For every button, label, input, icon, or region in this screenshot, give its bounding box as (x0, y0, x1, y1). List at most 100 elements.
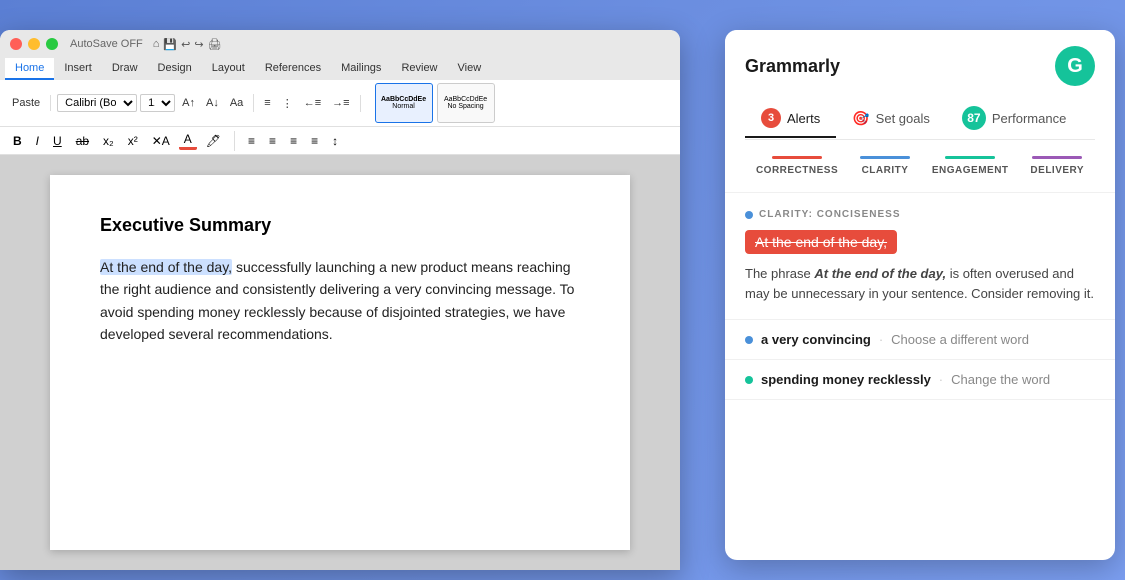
tab-set-goals[interactable]: 🎯 Set goals (836, 102, 946, 137)
ribbon-toolbar-2: B I U ab x₂ x² ✕A A 🖊 ≡ ≡ ≡ ≡ ↕ (0, 127, 680, 155)
paste-group: Paste (8, 95, 51, 111)
grammarly-top: Grammarly G (745, 46, 1095, 86)
strikethrough-button[interactable]: ab (71, 133, 94, 149)
paragraph-group: ≡ ⋮ ←≡ →≡ (260, 95, 360, 112)
undo-icon[interactable]: ↩ (181, 38, 190, 51)
correctness-indicator (772, 156, 822, 159)
grammarly-title: Grammarly (745, 56, 840, 77)
performance-label: Performance (992, 111, 1066, 126)
bullets-button[interactable]: ≡ (260, 95, 274, 111)
grammarly-logo-icon[interactable]: G (1055, 46, 1095, 86)
bold-button[interactable]: B (8, 133, 27, 149)
alert-description: The phrase At the end of the day, is oft… (745, 264, 1095, 303)
score-categories: CORRECTNESS CLARITY ENGAGEMENT DELIVERY (725, 140, 1115, 193)
close-button[interactable] (10, 38, 22, 50)
score-correctness[interactable]: CORRECTNESS (756, 156, 838, 176)
style-normal[interactable]: AaBbCcDdEe Normal (375, 83, 433, 123)
tab-insert[interactable]: Insert (54, 58, 102, 80)
suggestion-action-1: Choose a different word (891, 332, 1029, 347)
doc-text[interactable]: At the end of the day, successfully laun… (100, 256, 580, 346)
title-bar: AutoSave OFF ⌂ 💾 ↩ ↪ 🖨 (0, 30, 680, 58)
highlight-button[interactable]: 🖊 (201, 133, 226, 149)
grammarly-logo-area: Grammarly (745, 56, 840, 77)
font-family-select[interactable]: Calibri (Bo... (57, 94, 137, 112)
styles-group: AaBbCcDdEe Normal AaBbCcDdEe No Spacing (367, 83, 501, 123)
delivery-indicator (1032, 156, 1082, 159)
suggestion-item-2[interactable]: spending money recklessly · Change the w… (725, 360, 1115, 400)
title-bar-text: AutoSave OFF (70, 38, 143, 50)
suggestion-dot-2 (745, 376, 753, 384)
alert-count-badge: 3 (761, 108, 781, 128)
ribbon-toolbar-1: Paste Calibri (Bo... 12 A↑ A↓ Aa ≡ ⋮ ←≡ … (0, 80, 680, 127)
score-clarity[interactable]: CLARITY (860, 156, 910, 176)
highlighted-phrase: At the end of the day, (100, 259, 232, 275)
home-icon[interactable]: ⌂ (153, 38, 160, 50)
align-center-button[interactable]: ≡ (264, 133, 281, 149)
save-icon[interactable]: 💾 (163, 38, 177, 51)
alerts-label: Alerts (787, 111, 820, 126)
tab-review[interactable]: Review (391, 58, 447, 80)
minimize-button[interactable] (28, 38, 40, 50)
maximize-button[interactable] (46, 38, 58, 50)
style-boxes: AaBbCcDdEe Normal AaBbCcDdEe No Spacing (375, 83, 495, 123)
tab-alerts[interactable]: 3 Alerts (745, 100, 836, 138)
indent-inc-button[interactable]: →≡ (328, 95, 353, 111)
print-icon[interactable]: 🖨 (208, 38, 222, 51)
text-color-button[interactable]: A (179, 131, 197, 150)
flagged-phrase: At the end of the day, (745, 230, 897, 254)
correctness-label: CORRECTNESS (756, 165, 838, 176)
grammarly-panel: Grammarly G 3 Alerts 🎯 Set goals 87 Perf… (725, 30, 1115, 560)
tab-references[interactable]: References (255, 58, 331, 80)
doc-page: Executive Summary At the end of the day,… (50, 175, 630, 550)
suggestion-text-2: spending money recklessly (761, 372, 931, 387)
font-shrink-button[interactable]: A↓ (202, 95, 223, 111)
font-size-select[interactable]: 12 (140, 94, 175, 112)
align-left-button[interactable]: ≡ (243, 133, 260, 149)
goals-icon: 🎯 (852, 110, 869, 127)
underline-button[interactable]: U (48, 133, 67, 149)
alert-dot-blue (745, 211, 753, 219)
tab-draw[interactable]: Draw (102, 58, 148, 80)
suggestion-text-1: a very convincing (761, 332, 871, 347)
main-alert-section: CLARITY: CONCISENESS At the end of the d… (725, 193, 1115, 320)
suggestion-action-2: Change the word (951, 372, 1050, 387)
engagement-indicator (945, 156, 995, 159)
superscript-button[interactable]: x² (123, 133, 143, 149)
separator-1: · (879, 332, 883, 347)
tab-layout[interactable]: Layout (202, 58, 255, 80)
suggestion-dot-1 (745, 336, 753, 344)
font-grow-button[interactable]: A↑ (178, 95, 199, 111)
clear-format-button[interactable]: ✕A (147, 133, 175, 149)
paste-button[interactable]: Paste (8, 95, 44, 111)
align-right-button[interactable]: ≡ (285, 133, 302, 149)
grammarly-header: Grammarly G 3 Alerts 🎯 Set goals 87 Perf… (725, 30, 1115, 140)
tab-design[interactable]: Design (148, 58, 202, 80)
numbering-button[interactable]: ⋮ (278, 95, 297, 112)
italic-button[interactable]: I (31, 133, 44, 149)
tab-view[interactable]: View (448, 58, 492, 80)
redo-icon[interactable]: ↪ (194, 38, 203, 51)
suggestion-item-1[interactable]: a very convincing · Choose a different w… (725, 320, 1115, 360)
word-window: AutoSave OFF ⌂ 💾 ↩ ↪ 🖨 Home Insert Draw … (0, 30, 680, 570)
subscript-button[interactable]: x₂ (98, 133, 119, 149)
set-goals-label: Set goals (876, 111, 930, 126)
divider (234, 131, 235, 151)
tab-performance[interactable]: 87 Performance (946, 98, 1082, 140)
score-delivery[interactable]: DELIVERY (1030, 156, 1084, 176)
score-engagement[interactable]: ENGAGEMENT (932, 156, 1009, 176)
delivery-label: DELIVERY (1030, 165, 1084, 176)
indent-dec-button[interactable]: ←≡ (300, 95, 325, 111)
alert-content: CLARITY: CONCISENESS At the end of the d… (725, 193, 1115, 560)
line-spacing-button[interactable]: ↕ (327, 133, 343, 149)
clarity-indicator (860, 156, 910, 159)
grammarly-tabs: 3 Alerts 🎯 Set goals 87 Performance (745, 98, 1095, 140)
justify-button[interactable]: ≡ (306, 133, 323, 149)
separator-2: · (939, 372, 943, 387)
alert-category-text: CLARITY: CONCISENESS (759, 209, 901, 220)
performance-score-badge: 87 (962, 106, 986, 130)
style-no-spacing[interactable]: AaBbCcDdEe No Spacing (437, 83, 495, 123)
change-case-button[interactable]: Aa (226, 95, 247, 111)
doc-area: Executive Summary At the end of the day,… (0, 155, 680, 570)
tab-home[interactable]: Home (5, 58, 54, 80)
tab-mailings[interactable]: Mailings (331, 58, 391, 80)
